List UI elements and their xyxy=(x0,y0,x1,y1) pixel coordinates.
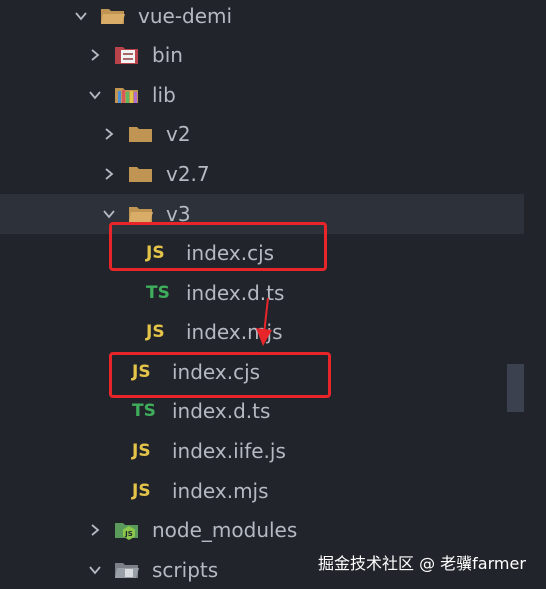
javascript-file-icon: JS xyxy=(132,441,151,461)
typescript-file-icon: TS xyxy=(132,401,156,421)
tree-item-label: scripts xyxy=(152,558,219,582)
tree-item-lib[interactable]: lib xyxy=(0,75,524,115)
tree-item-label: index.mjs xyxy=(186,320,283,344)
tree-item-label: node_modules xyxy=(152,518,298,542)
tree-item-label: index.d.ts xyxy=(186,281,285,305)
chevron-right-icon[interactable] xyxy=(102,164,116,184)
folder-open-icon xyxy=(100,5,126,27)
tree-item-v3-index-d-ts[interactable]: TS index.d.ts xyxy=(0,273,524,313)
chevron-down-icon[interactable] xyxy=(88,560,102,580)
tree-item-label: lib xyxy=(152,83,176,107)
javascript-file-icon: JS xyxy=(132,481,151,501)
javascript-file-icon: JS xyxy=(146,322,165,342)
scripts-folder-open-icon xyxy=(114,559,140,581)
typescript-file-icon: TS xyxy=(146,283,170,303)
tree-item-label: v2.7 xyxy=(166,162,210,186)
tree-item-vue-demi[interactable]: vue-demi xyxy=(0,0,524,36)
chevron-down-icon[interactable] xyxy=(74,6,88,26)
chevron-right-icon[interactable] xyxy=(88,45,102,65)
tree-item-node-modules[interactable]: JS node_modules xyxy=(0,510,524,550)
tree-item-label: index.iife.js xyxy=(172,439,286,463)
chevron-down-icon[interactable] xyxy=(88,85,102,105)
tree-item-v3-index-mjs[interactable]: JS index.mjs xyxy=(0,312,524,352)
folder-icon xyxy=(128,123,154,145)
tree-item-label: bin xyxy=(152,43,183,67)
tree-item-lib-index-iife-js[interactable]: JS index.iife.js xyxy=(0,431,524,471)
file-explorer-tree: vue-demi bin lib v2 v2.7 v3 JS index.cjs… xyxy=(0,0,546,589)
highlight-box-v3-index-cjs xyxy=(109,222,327,271)
watermark-text: 掘金技术社区 @ 老骥farmer xyxy=(318,554,526,573)
scrollbar-thumb[interactable] xyxy=(507,364,524,412)
tree-item-lib-index-mjs[interactable]: JS index.mjs xyxy=(0,471,524,511)
chevron-right-icon[interactable] xyxy=(88,520,102,540)
node-folder-icon: JS xyxy=(114,519,140,541)
tree-item-label: vue-demi xyxy=(138,4,233,28)
tree-item-label: index.mjs xyxy=(172,479,269,503)
tree-item-bin[interactable]: bin xyxy=(0,35,524,75)
highlight-box-lib-index-cjs xyxy=(109,352,331,398)
folder-icon xyxy=(128,163,154,185)
svg-text:JS: JS xyxy=(124,530,133,538)
tree-item-v2-7[interactable]: v2.7 xyxy=(0,154,524,194)
tree-item-v2[interactable]: v2 xyxy=(0,114,524,154)
binary-folder-icon xyxy=(114,44,140,66)
tree-item-label: v2 xyxy=(166,122,191,146)
chevron-down-icon[interactable] xyxy=(102,204,116,224)
library-folder-open-icon xyxy=(114,84,140,106)
tree-item-label: index.d.ts xyxy=(172,399,271,423)
chevron-right-icon[interactable] xyxy=(102,124,116,144)
